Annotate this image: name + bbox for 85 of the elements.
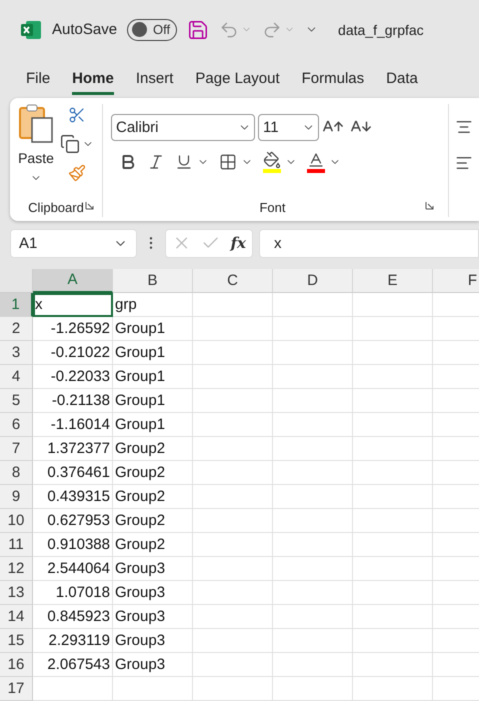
excel-logo-icon [20, 18, 42, 41]
table-cell: Group2 [113, 532, 193, 557]
row-header[interactable]: 12 [0, 556, 33, 581]
group-label: Font [259, 200, 286, 215]
paste-clipboard-icon[interactable] [18, 104, 54, 144]
font-size-dropdown[interactable]: 11 [258, 114, 319, 141]
table-cell: 2.544064 [33, 556, 113, 581]
table-cell: Group1 [113, 316, 193, 341]
row-header[interactable]: 8 [0, 460, 33, 485]
ribbon-tab[interactable]: Formulas [302, 62, 364, 95]
table-cell: Group3 [113, 556, 193, 581]
row-header[interactable]: 9 [0, 484, 33, 509]
table-cell: Group3 [113, 580, 193, 605]
format-painter-icon[interactable] [68, 164, 86, 182]
table-cell: Group2 [113, 508, 193, 533]
table-cell: Group3 [113, 652, 193, 677]
file-name: data_f_grpfac [338, 22, 424, 38]
cut-icon[interactable] [68, 106, 86, 124]
row-header[interactable]: 14 [0, 604, 33, 629]
table-cell: Group1 [113, 364, 193, 389]
row-header[interactable]: 17 [0, 676, 33, 701]
column-header[interactable]: C [193, 268, 273, 293]
ribbon-tab[interactable]: Insert [136, 62, 174, 95]
insert-function-button[interactable]: fx [230, 234, 246, 252]
row-header[interactable]: 7 [0, 436, 33, 461]
row-header[interactable]: 4 [0, 364, 33, 389]
ribbon-tab[interactable]: Data [386, 62, 418, 95]
table-cell: x [33, 292, 113, 317]
table-cell: 2.067543 [33, 652, 113, 677]
ribbon-tab[interactable]: Home [72, 62, 114, 95]
row-header[interactable]: 15 [0, 628, 33, 653]
group-label: Clipboard [28, 200, 84, 215]
table-cell: -0.22033 [33, 364, 113, 389]
column-header[interactable]: A [33, 268, 113, 293]
table-cell: 2.293119 [33, 628, 113, 653]
table-cell: 0.627953 [33, 508, 113, 533]
row-header[interactable]: 2 [0, 316, 33, 341]
table-cell: -1.26592 [33, 316, 113, 341]
ribbon-tab[interactable]: File [26, 62, 50, 95]
italic-icon[interactable] [147, 152, 165, 171]
row-header[interactable]: 10 [0, 508, 33, 533]
row-header[interactable]: 6 [0, 412, 33, 437]
dialog-launcher-icon[interactable] [425, 201, 434, 210]
table-cell: Group3 [113, 628, 193, 653]
column-header[interactable]: D [273, 268, 353, 293]
table-cell: 0.376461 [33, 460, 113, 485]
fill-color-icon[interactable] [263, 150, 281, 173]
underline-icon[interactable] [175, 152, 193, 171]
table-cell: -0.21022 [33, 340, 113, 365]
row-header[interactable]: 1 [0, 292, 33, 317]
autosave-label: AutoSave [52, 21, 118, 38]
paste-button[interactable]: Paste [18, 150, 54, 166]
font-color-icon[interactable] [307, 150, 325, 173]
borders-icon[interactable] [219, 152, 237, 171]
table-cell: Group3 [113, 604, 193, 629]
autosave-toggle[interactable]: Off [127, 18, 178, 41]
row-header[interactable]: 13 [0, 580, 33, 605]
table-cell: 0.910388 [33, 532, 113, 557]
formula-input[interactable]: x [259, 228, 479, 258]
table-cell: 1.372377 [33, 436, 113, 461]
column-header[interactable]: F [433, 268, 479, 293]
column-header[interactable]: B [113, 268, 193, 293]
row-header[interactable]: 3 [0, 340, 33, 365]
column-header[interactable]: E [353, 268, 433, 293]
table-cell: Group2 [113, 436, 193, 461]
table-cell: 1.07018 [33, 580, 113, 605]
table-cell: 0.439315 [33, 484, 113, 509]
table-cell: Group1 [113, 340, 193, 365]
name-box[interactable]: A1 [10, 228, 137, 258]
dialog-launcher-icon[interactable] [85, 201, 94, 210]
row-header[interactable]: 5 [0, 388, 33, 413]
ribbon-tab[interactable]: Page Layout [195, 62, 280, 95]
copy-icon[interactable] [60, 134, 80, 154]
table-cell: Group1 [113, 412, 193, 437]
row-header[interactable]: 16 [0, 652, 33, 677]
font-name-dropdown[interactable]: Calibri [111, 114, 255, 141]
table-cell: grp [113, 292, 193, 317]
save-icon[interactable] [187, 18, 210, 41]
table-cell: -0.21138 [33, 388, 113, 413]
table-cell: -1.16014 [33, 412, 113, 437]
table-cell: Group1 [113, 388, 193, 413]
table-cell: 0.845923 [33, 604, 113, 629]
table-cell: Group2 [113, 460, 193, 485]
row-header[interactable]: 11 [0, 532, 33, 557]
table-cell: Group2 [113, 484, 193, 509]
